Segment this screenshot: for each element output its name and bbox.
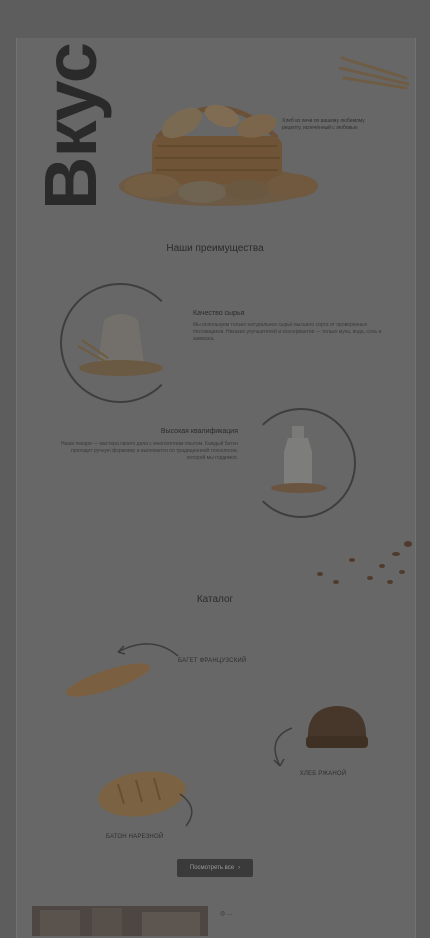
milk-bottle-image: [271, 426, 327, 493]
catalog-caption-2[interactable]: ХЛЕБ РЖАНОЙ: [266, 770, 380, 779]
wheat-image: [338, 56, 410, 90]
catalog-title: Каталог: [196, 594, 234, 605]
catalog-caption-3[interactable]: БАТОН НАРЕЗНОЙ: [106, 834, 163, 840]
view-all-button[interactable]: Посмотреть все ›: [177, 859, 253, 877]
flour-sack-image: [77, 314, 163, 376]
curved-arrow-icon: [273, 727, 293, 767]
feature-desc-1: Мы используем только натуральное сырьё в…: [193, 322, 382, 342]
baguette-image[interactable]: [62, 656, 154, 704]
feature-title-2: Высокая квалификация: [160, 428, 238, 435]
footer-line: ◎ …: [220, 911, 233, 917]
view-all-label: Посмотреть все: [189, 865, 235, 871]
arrow-right-icon: ›: [238, 865, 241, 871]
catalog-caption-1[interactable]: БАГЕТ ФРАНЦУЗСКИЙ: [178, 658, 246, 664]
curved-arrow-icon: [117, 643, 179, 657]
hero-note: Хлеб из печи по вашему любимому рецепту,…: [282, 118, 365, 131]
curved-arrow-icon: [179, 793, 193, 827]
grain-scatter-image: [317, 541, 412, 584]
feature-title-1: Качество сырья: [193, 310, 245, 317]
rye-bread-image[interactable]: [302, 700, 372, 752]
bread-basket-image: [119, 104, 318, 206]
feature-desc-2: Наши пекари — мастера своего дела с мног…: [60, 441, 238, 461]
advantages-title: Наши преимущества: [166, 243, 264, 254]
loaf-image[interactable]: [96, 764, 188, 822]
hero-title: Вкус: [29, 43, 112, 210]
